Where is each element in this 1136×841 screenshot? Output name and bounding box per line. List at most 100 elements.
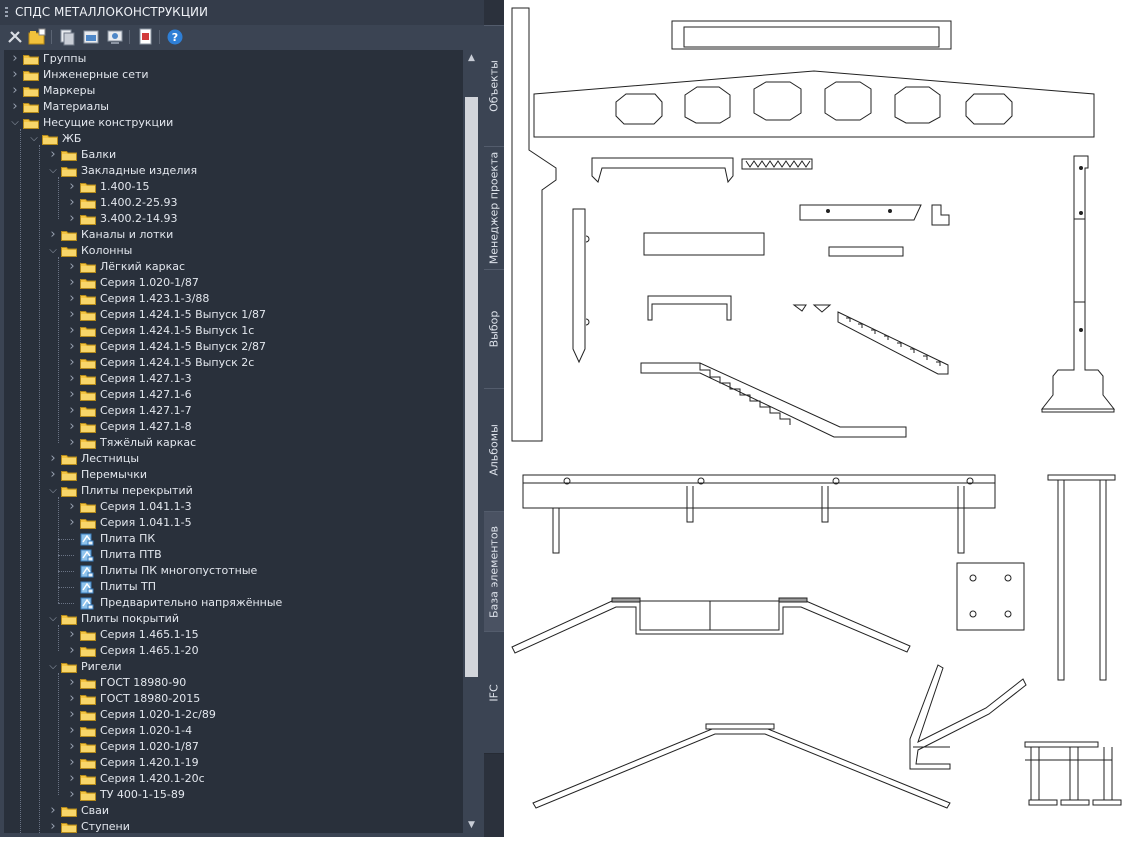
tree-folder-row[interactable]: › Серия 1.427.1-6 — [66, 387, 444, 403]
chevron-right-icon[interactable]: › — [66, 339, 78, 355]
tree-folder-row[interactable]: › ГОСТ 18980-2015 — [66, 691, 444, 707]
tree-item[interactable]: Плита ПК — [66, 531, 444, 547]
tree-folder-row[interactable]: ⌵ Плиты перекрытий — [47, 483, 444, 499]
tree-item[interactable]: Плиты ПК многопустотные — [66, 563, 444, 579]
chevron-right-icon[interactable]: › — [47, 227, 59, 243]
chevron-right-icon[interactable]: › — [66, 419, 78, 435]
tree-folder-row[interactable]: › ГОСТ 18980-90 — [66, 675, 444, 691]
chevron-right-icon[interactable]: › — [66, 675, 78, 691]
tab-0[interactable]: Объекты — [484, 25, 504, 147]
tree-scrollbar[interactable]: ▲ ▼ — [463, 50, 480, 833]
tree-folder-row[interactable]: › Ступени — [47, 819, 444, 833]
tree-folder-row[interactable]: › Серия 1.424.1-5 Выпуск 2с — [66, 355, 444, 371]
tab-4[interactable]: База элементов — [484, 511, 504, 632]
chevron-right-icon[interactable]: › — [9, 67, 21, 83]
tree-folder-row[interactable]: › Серия 1.427.1-8 — [66, 419, 444, 435]
tree-folder-row[interactable]: › Серия 1.020-1-2с/89 — [66, 707, 444, 723]
scroll-thumb[interactable] — [465, 97, 478, 677]
tree-folder-row[interactable]: ⌵ Плиты покрытий — [47, 611, 444, 627]
element-tree[interactable]: › Группы › Инженерные сети › Маркеры › Материал… — [4, 50, 463, 833]
chevron-right-icon[interactable]: › — [9, 99, 21, 115]
tree-folder-row[interactable]: › Серия 1.424.1-5 Выпуск 1с — [66, 323, 444, 339]
chevron-right-icon[interactable]: › — [66, 371, 78, 387]
tree-folder-row[interactable]: › Лёгкий каркас — [66, 259, 444, 275]
chevron-right-icon[interactable]: › — [66, 707, 78, 723]
drag-grip-icon[interactable] — [5, 7, 8, 19]
tree-item[interactable]: Плита ПТВ — [66, 547, 444, 563]
chevron-right-icon[interactable]: › — [66, 691, 78, 707]
chevron-right-icon[interactable]: › — [66, 787, 78, 803]
chevron-right-icon[interactable]: › — [47, 819, 59, 833]
chevron-right-icon[interactable]: › — [47, 803, 59, 819]
chevron-right-icon[interactable]: › — [66, 291, 78, 307]
tree-folder-row[interactable]: › Тяжёлый каркас — [66, 435, 444, 451]
scroll-down-icon[interactable]: ▼ — [463, 817, 480, 833]
tab-1[interactable]: Менеджер проекта — [484, 146, 504, 270]
chevron-right-icon[interactable]: › — [66, 355, 78, 371]
export-icon[interactable] — [82, 28, 100, 46]
chevron-right-icon[interactable]: › — [66, 499, 78, 515]
open-folder-icon[interactable] — [28, 28, 46, 46]
tree-folder-row[interactable]: › 3.400.2-14.93 — [66, 211, 444, 227]
tab-3[interactable]: Альбомы — [484, 388, 504, 512]
tree-folder-row[interactable]: › Балки — [47, 147, 444, 163]
chevron-right-icon[interactable]: › — [66, 723, 78, 739]
scroll-up-icon[interactable]: ▲ — [463, 50, 480, 66]
chevron-right-icon[interactable]: › — [66, 435, 78, 451]
preview-icon[interactable] — [106, 28, 124, 46]
tree-folder-row[interactable]: › Серия 1.420.1-19 — [66, 755, 444, 771]
tree-folder-row[interactable]: › Лестницы — [47, 451, 444, 467]
chevron-right-icon[interactable]: › — [9, 51, 21, 67]
tree-folder-row[interactable]: › Группы — [9, 51, 444, 67]
tree-folder-row[interactable]: › Сваи — [47, 803, 444, 819]
tree-folder-row[interactable]: › Серия 1.420.1-20с — [66, 771, 444, 787]
chevron-right-icon[interactable]: › — [9, 83, 21, 99]
tree-folder-row[interactable]: › Перемычки — [47, 467, 444, 483]
tree-folder-row[interactable]: › Материалы — [9, 99, 444, 115]
chevron-right-icon[interactable]: › — [66, 403, 78, 419]
chevron-right-icon[interactable]: › — [47, 451, 59, 467]
chevron-right-icon[interactable]: › — [66, 259, 78, 275]
tree-folder-row[interactable]: › Серия 1.020-1/87 — [66, 275, 444, 291]
help-icon[interactable]: ? — [166, 28, 184, 46]
tree-folder-row[interactable]: › Каналы и лотки — [47, 227, 444, 243]
tree-folder-row[interactable]: ⌵ ЖБ — [28, 131, 444, 147]
chevron-right-icon[interactable]: › — [66, 771, 78, 787]
tree-folder-row[interactable]: › Серия 1.427.1-3 — [66, 371, 444, 387]
tree-folder-row[interactable]: › Серия 1.465.1-15 — [66, 627, 444, 643]
chevron-right-icon[interactable]: › — [66, 755, 78, 771]
chevron-right-icon[interactable]: › — [66, 195, 78, 211]
panel-titlebar[interactable]: СПДС МЕТАЛЛОКОНСТРУКЦИИ — [0, 0, 484, 25]
chevron-right-icon[interactable]: › — [66, 387, 78, 403]
tools-icon[interactable] — [6, 28, 24, 46]
tree-item[interactable]: Плиты ТП — [66, 579, 444, 595]
tree-folder-row[interactable]: › Инженерные сети — [9, 67, 444, 83]
chevron-right-icon[interactable]: › — [66, 211, 78, 227]
tree-item[interactable]: Предварительно напряжённые — [66, 595, 444, 611]
tree-folder-row[interactable]: › Серия 1.465.1-20 — [66, 643, 444, 659]
tree-folder-row[interactable]: › Серия 1.041.1-5 — [66, 515, 444, 531]
tree-folder-row[interactable]: › ТУ 400-1-15-89 — [66, 787, 444, 803]
chevron-right-icon[interactable]: › — [66, 643, 78, 659]
tree-folder-row[interactable]: › 1.400-15 — [66, 179, 444, 195]
drawing-canvas[interactable] — [504, 0, 1136, 837]
chevron-right-icon[interactable]: › — [66, 307, 78, 323]
tree-folder-row[interactable]: › Серия 1.020-1/87 — [66, 739, 444, 755]
chevron-right-icon[interactable]: › — [66, 739, 78, 755]
tree-folder-row[interactable]: › Маркеры — [9, 83, 444, 99]
tab-2[interactable]: Выбор — [484, 269, 504, 389]
chevron-right-icon[interactable]: › — [47, 467, 59, 483]
tab-5[interactable]: IFC — [484, 631, 504, 754]
chevron-right-icon[interactable]: › — [66, 275, 78, 291]
copy-icon[interactable] — [58, 28, 76, 46]
document-icon[interactable] — [136, 28, 154, 46]
tree-folder-row[interactable]: ⌵ Ригели — [47, 659, 444, 675]
tree-folder-row[interactable]: › 1.400.2-25.93 — [66, 195, 444, 211]
chevron-right-icon[interactable]: › — [66, 179, 78, 195]
tree-folder-row[interactable]: › Серия 1.424.1-5 Выпуск 2/87 — [66, 339, 444, 355]
chevron-right-icon[interactable]: › — [66, 323, 78, 339]
tree-folder-row[interactable]: ⌵ Закладные изделия — [47, 163, 444, 179]
tree-folder-row[interactable]: ⌵ Несущие конструкции — [9, 115, 444, 131]
chevron-right-icon[interactable]: › — [66, 627, 78, 643]
tree-folder-row[interactable]: › Серия 1.041.1-3 — [66, 499, 444, 515]
